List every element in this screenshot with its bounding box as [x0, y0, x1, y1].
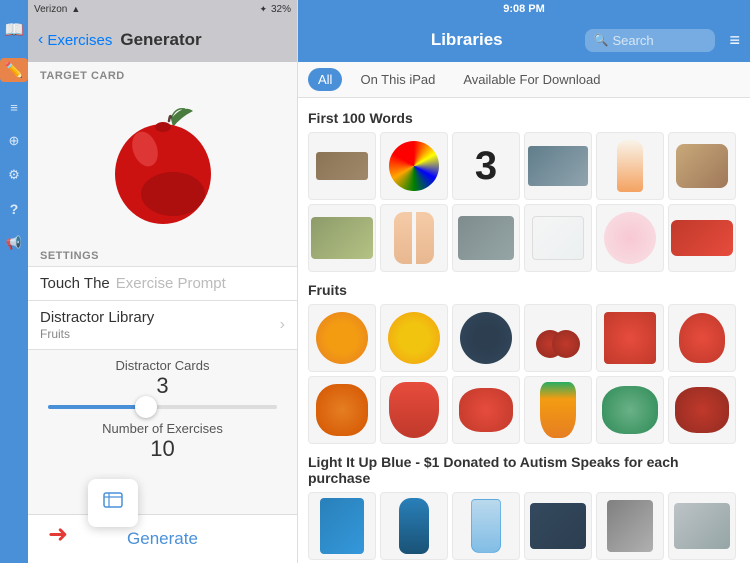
section-title-first100: First 100 Words [308, 110, 740, 126]
list-item[interactable] [524, 132, 592, 200]
list-item[interactable] [380, 304, 448, 372]
touch-the-text: Touch The [40, 275, 110, 292]
back-arrow-icon[interactable]: ‹ [38, 31, 43, 49]
filter-tab-all[interactable]: All [308, 68, 342, 91]
left-nav-bar: ‹ Exercises Generator [28, 18, 297, 62]
num-exercises-value: 10 [150, 436, 174, 462]
search-icon: 🔍 [593, 33, 608, 47]
list-item[interactable] [380, 492, 448, 560]
blue-grid [308, 492, 740, 563]
distractor-slider-track[interactable] [48, 405, 277, 409]
list-item[interactable] [452, 492, 520, 560]
filter-tabs: All On This iPad Available For Download [298, 62, 750, 98]
distractor-cards-label: Distractor Cards [116, 358, 210, 373]
exercise-prompt-placeholder: Exercise Prompt [116, 275, 226, 292]
list-item[interactable] [668, 376, 736, 444]
libraries-header: Libraries 🔍 ≡ [298, 18, 750, 62]
right-time: 9:08 PM [503, 3, 545, 15]
list-view-icon[interactable]: ≡ [729, 30, 740, 51]
chevron-right-icon: › [280, 316, 285, 334]
libraries-title: Libraries [356, 30, 577, 50]
list-item[interactable] [668, 492, 736, 560]
list-item[interactable] [596, 304, 664, 372]
sidebar-icons: 📖 ✏️ ≡ ⊕ ⚙ ? 📢 [0, 0, 28, 563]
list-lines-icon[interactable]: ≡ [10, 100, 18, 115]
section-title-blue: Light It Up Blue - $1 Donated to Autism … [308, 454, 740, 486]
left-panel: Verizon ▲ ✦ 32% ‹ Exercises Generator TA… [28, 0, 298, 563]
list-item[interactable] [524, 204, 592, 272]
list-item[interactable] [308, 204, 376, 272]
list-item[interactable] [308, 492, 376, 560]
list-item[interactable] [380, 204, 448, 272]
list-item[interactable] [596, 204, 664, 272]
distractor-slider-container [28, 401, 297, 417]
list-item[interactable]: 3 [452, 132, 520, 200]
bottom-bar: ➜ Generate [28, 514, 297, 563]
library-popup-icon [102, 489, 124, 517]
search-box[interactable]: 🔍 [585, 29, 715, 52]
slider-fill [48, 405, 140, 409]
distractor-library-title: Distractor Library [40, 309, 154, 326]
back-label[interactable]: Exercises [47, 32, 112, 49]
list-item[interactable] [524, 492, 592, 560]
num-exercises-label: Number of Exercises [102, 421, 223, 436]
book-open-icon[interactable]: 📖 [4, 20, 24, 40]
section-title-fruits: Fruits [308, 282, 740, 298]
list-item[interactable] [308, 132, 376, 200]
megaphone-icon[interactable]: 📢 [6, 235, 22, 251]
distractor-library-row[interactable]: Distractor Library Fruits › [28, 300, 297, 350]
filter-tab-on-ipad[interactable]: On This iPad [350, 68, 445, 91]
libraries-content: First 100 Words 3 Fruits [298, 98, 750, 563]
settings-label: SETTINGS [28, 244, 297, 266]
search-input[interactable] [612, 33, 707, 48]
first100-grid: 3 [308, 132, 740, 272]
distractor-library-subtitle: Fruits [40, 327, 154, 341]
status-bar: Verizon ▲ ✦ 32% [28, 0, 297, 18]
nav-title: Generator [120, 30, 201, 50]
globe-icon[interactable]: ⊕ [9, 133, 20, 149]
right-status-bar: 9:08 PM [298, 0, 750, 18]
list-item[interactable] [596, 132, 664, 200]
list-item[interactable] [524, 304, 592, 372]
target-card-image[interactable] [28, 84, 297, 244]
list-item[interactable] [596, 492, 664, 560]
list-item[interactable] [668, 204, 736, 272]
arrow-indicator: ➜ [48, 520, 68, 549]
list-item[interactable] [596, 376, 664, 444]
list-item[interactable] [452, 376, 520, 444]
distractor-cards-section: Distractor Cards 3 [28, 350, 297, 401]
bluetooth-icon: ✦ [259, 4, 267, 15]
distractor-cards-value: 3 [156, 373, 168, 399]
slider-thumb[interactable] [135, 396, 157, 418]
list-item[interactable] [524, 376, 592, 444]
carrier-label: Verizon [34, 4, 67, 15]
touch-the-row[interactable]: Touch The Exercise Prompt [28, 266, 297, 300]
battery-label: 32% [271, 4, 291, 15]
wifi-icon: ▲ [71, 4, 80, 14]
target-card-label: TARGET CARD [28, 62, 297, 84]
list-item[interactable] [452, 304, 520, 372]
question-icon[interactable]: ? [10, 201, 19, 217]
fruits-grid [308, 304, 740, 444]
pencil-icon[interactable]: ✏️ [0, 58, 28, 82]
list-item[interactable] [380, 132, 448, 200]
list-item[interactable] [380, 376, 448, 444]
library-popup[interactable] [88, 479, 138, 527]
right-panel: 9:08 PM Libraries 🔍 ≡ All On This iPad A… [298, 0, 750, 563]
generate-button[interactable]: Generate [28, 515, 297, 563]
settings-icon[interactable]: ⚙ [8, 167, 20, 183]
list-item[interactable] [668, 132, 736, 200]
list-item[interactable] [308, 376, 376, 444]
num-exercises-section: Number of Exercises 10 [28, 417, 297, 464]
list-item[interactable] [452, 204, 520, 272]
list-item[interactable] [308, 304, 376, 372]
filter-tab-download[interactable]: Available For Download [453, 68, 610, 91]
list-item[interactable] [668, 304, 736, 372]
